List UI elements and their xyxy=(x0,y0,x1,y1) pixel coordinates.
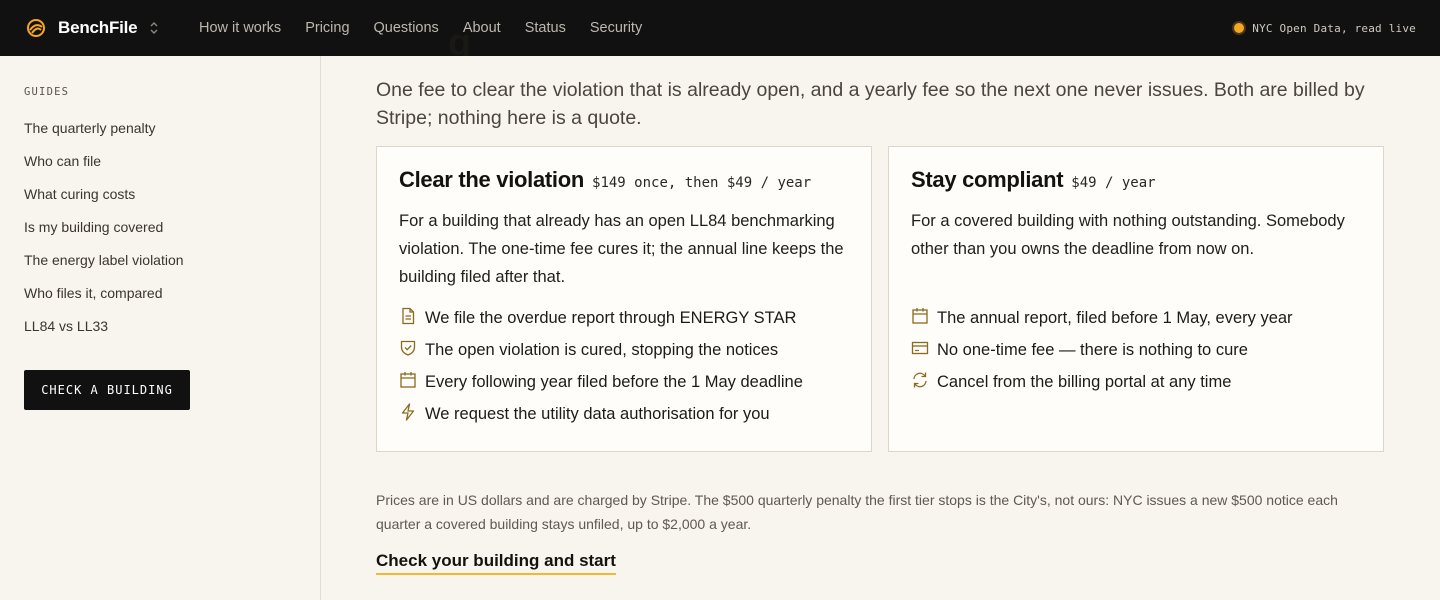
sidebar-item-who-files-compared[interactable]: Who files it, compared xyxy=(24,285,184,318)
check-building-button[interactable]: CHECK A BUILDING xyxy=(24,370,190,410)
document-icon xyxy=(402,307,415,325)
lightning-icon xyxy=(401,403,415,421)
live-data-label: NYC Open Data, read live xyxy=(1252,21,1416,35)
sidebar: GUIDES The quarterly penalty Who can fil… xyxy=(0,56,321,600)
plan-description: For a covered building with nothing outs… xyxy=(911,212,1345,258)
feature-item: We file the overdue report through ENERG… xyxy=(399,302,803,334)
credit-card-icon xyxy=(911,341,929,355)
feature-item: Cancel from the billing portal at any ti… xyxy=(911,366,1293,398)
plan-price: $149 once, then $49 / year xyxy=(592,175,812,191)
plan-card-clear-violation: Clear the violation $149 once, then $49 /… xyxy=(376,146,872,452)
page-title-partial: g xyxy=(448,28,472,56)
top-bar: BenchFile How it works Pricing Questions… xyxy=(0,0,1440,56)
sidebar-item-who-can-file[interactable]: Who can file xyxy=(24,153,184,186)
feature-item: The annual report, filed before 1 May, e… xyxy=(911,302,1293,334)
calendar-icon xyxy=(912,308,928,324)
plan-feature-list: The annual report, filed before 1 May, e… xyxy=(911,302,1293,398)
plan-description: For a building that already has an open … xyxy=(399,212,844,286)
check-building-start-link[interactable]: Check your building and start xyxy=(376,551,616,575)
pricing-fine-print: Prices are in US dollars and are charged… xyxy=(376,492,1338,532)
sidebar-guide-list: The quarterly penalty Who can file What … xyxy=(24,120,184,351)
shield-check-icon xyxy=(400,340,416,356)
sidebar-item-energy-label[interactable]: The energy label violation xyxy=(24,252,184,285)
feature-item: No one-time fee — there is nothing to cu… xyxy=(911,334,1293,366)
sidebar-heading: GUIDES xyxy=(24,86,70,98)
feature-item: The open violation is cured, stopping th… xyxy=(399,334,803,366)
plan-price: $49 / year xyxy=(1071,175,1156,191)
chevron-up-down-icon[interactable] xyxy=(149,20,159,36)
plan-card-stay-compliant: Stay compliant $49 / year For a covered b… xyxy=(888,146,1384,452)
feature-item: Every following year filed before the 1 … xyxy=(399,366,803,398)
sidebar-item-quarterly-penalty[interactable]: The quarterly penalty xyxy=(24,120,184,153)
sidebar-item-ll84-vs-ll33[interactable]: LL84 vs LL33 xyxy=(24,318,184,351)
live-dot-icon xyxy=(1234,23,1245,33)
sidebar-item-building-covered[interactable]: Is my building covered xyxy=(24,219,184,252)
brand[interactable]: BenchFile xyxy=(26,0,159,56)
plan-title: Clear the violation $149 once, then $49 /… xyxy=(399,167,812,192)
plan-title: Stay compliant $49 / year xyxy=(911,167,1156,192)
pricing-intro: One fee to clear the violation that is a… xyxy=(376,79,1365,129)
feature-item: We request the utility data authorisatio… xyxy=(399,398,803,430)
live-data-status: NYC Open Data, read live xyxy=(1234,0,1416,56)
plan-feature-list: We file the overdue report through ENERG… xyxy=(399,302,803,430)
refresh-icon xyxy=(913,372,927,388)
nav-security[interactable]: Security xyxy=(590,20,642,36)
sidebar-item-curing-costs[interactable]: What curing costs xyxy=(24,186,184,219)
brand-name: BenchFile xyxy=(58,18,138,37)
nav-how-it-works[interactable]: How it works xyxy=(199,20,281,36)
nav-pricing[interactable]: Pricing xyxy=(305,20,349,36)
benchfile-logo-icon xyxy=(27,19,45,37)
calendar-icon xyxy=(400,372,416,388)
